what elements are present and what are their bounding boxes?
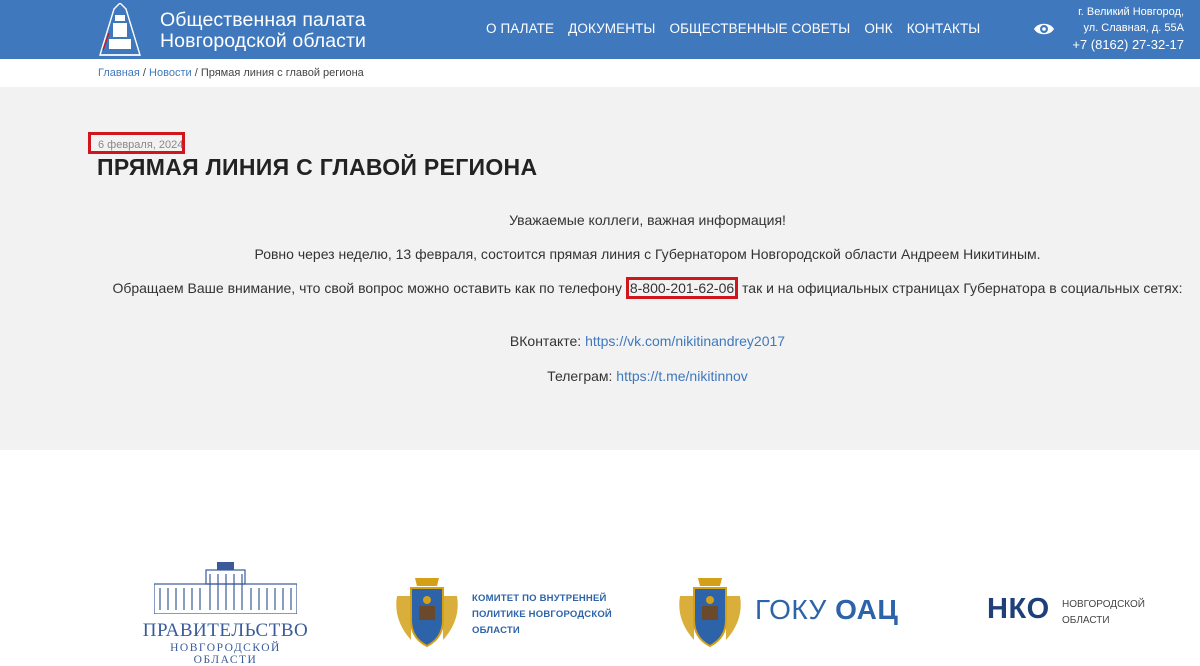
article-paragraph-greeting: Уважаемые коллеги, важная информация! <box>509 212 786 228</box>
goku-oac-name: ГОКУ ОАЦ <box>755 594 898 626</box>
committee-name: КОМИТЕТ ПО ВНУТРЕННЕЙ ПОЛИТИКЕ НОВГОРОДС… <box>472 591 612 639</box>
article-title: ПРЯМАЯ ЛИНИЯ С ГЛАВОЙ РЕГИОНА <box>97 154 538 180</box>
article-paragraph-phone: Обращаем Ваше внимание, что свой вопрос … <box>110 277 1185 299</box>
committee-line2: ПОЛИТИКЕ НОВГОРОДСКОЙ <box>472 609 612 620</box>
chamber-emblem-icon[interactable] <box>97 3 143 57</box>
address-line1: г. Великий Новгород, <box>1078 6 1184 18</box>
telegram-link[interactable]: https://t.me/nikitinnov <box>616 368 748 384</box>
article-paragraph-vk: ВКонтакте: https://vk.com/nikitinandrey2… <box>110 332 1185 350</box>
partner-government-logo[interactable]: ПРАВИТЕЛЬСТВО НОВГОРОДСКОЙ ОБЛАСТИ <box>138 562 313 666</box>
eye-icon[interactable] <box>1033 21 1055 37</box>
government-title: ПРАВИТЕЛЬСТВО <box>142 620 309 641</box>
partner-nko-logo[interactable]: НКО НОВГОРОДСКОЙ ОБЛАСТИ <box>987 593 1167 633</box>
article-paragraph-announcement: Ровно через неделю, 13 февраля, состоитс… <box>254 246 1041 262</box>
nko-region: НОВГОРОДСКОЙ ОБЛАСТИ <box>1062 597 1145 629</box>
hotline-phone: 8-800-201-62-06 <box>625 277 739 299</box>
nav-public-councils[interactable]: ОБЩЕСТВЕННЫЕ СОВЕТЫ <box>669 21 850 36</box>
org-name-line2: Новгородской области <box>160 30 367 52</box>
committee-line1: КОМИТЕТ ПО ВНУТРЕННЕЙ <box>472 593 607 604</box>
org-name[interactable]: Общественная палата Новгородской области <box>160 10 366 52</box>
committee-line3: ОБЛАСТИ <box>472 625 520 636</box>
novgorod-crest-icon <box>679 578 741 648</box>
org-name-line1: Общественная палата <box>160 9 366 31</box>
site-header: Общественная палата Новгородской области… <box>0 0 1200 59</box>
header-contact: г. Великий Новгород, ул. Славная, д. 55А… <box>1072 4 1184 54</box>
vk-link[interactable]: https://vk.com/nikitinandrey2017 <box>585 333 785 349</box>
nav-documents[interactable]: ДОКУМЕНТЫ <box>568 21 655 36</box>
nko-line1: НОВГОРОДСКОЙ <box>1062 599 1145 610</box>
breadcrumb-home[interactable]: Главная <box>98 67 140 79</box>
nko-mark: НКО <box>987 593 1050 625</box>
header-phone[interactable]: +7 (8162) 27-32-17 <box>1072 36 1184 54</box>
partner-goku-oac-logo[interactable]: ГОКУ ОАЦ <box>676 576 906 648</box>
breadcrumb-current: Прямая линия с главой региона <box>200 67 364 79</box>
phone-text-after: так и на официальных страницах Губернато… <box>738 280 1183 296</box>
goku-bold: ОАЦ <box>835 594 899 625</box>
article-paragraph-telegram: Телеграм: https://t.me/nikitinnov <box>110 367 1185 385</box>
novgorod-crest-icon <box>396 578 458 648</box>
main-nav: О ПАЛАТЕ ДОКУМЕНТЫ ОБЩЕСТВЕННЫЕ СОВЕТЫ О… <box>486 21 994 36</box>
article-date: 6 февраля, 2024 <box>98 139 184 151</box>
breadcrumb-separator: / <box>191 67 201 79</box>
government-subtitle: НОВГОРОДСКОЙ ОБЛАСТИ <box>170 642 281 666</box>
vk-label: ВКонтакте: <box>509 333 586 349</box>
breadcrumb-separator: / <box>139 67 150 79</box>
nav-onk[interactable]: ОНК <box>864 21 892 36</box>
nav-contacts[interactable]: КОНТАКТЫ <box>907 21 981 36</box>
telegram-label: Телеграм: <box>547 368 617 384</box>
breadcrumb: Главная / Новости / Прямая линия с главо… <box>98 67 364 79</box>
goku-light: ГОКУ <box>755 594 836 625</box>
phone-text-before: Обращаем Ваше внимание, что свой вопрос … <box>112 280 626 296</box>
nko-line2: ОБЛАСТИ <box>1062 615 1110 626</box>
address-line2: ул. Славная, д. 55А <box>1083 22 1184 34</box>
breadcrumb-news[interactable]: Новости <box>149 67 192 79</box>
partner-committee-logo[interactable]: КОМИТЕТ ПО ВНУТРЕННЕЙ ПОЛИТИКЕ НОВГОРОДС… <box>393 576 633 648</box>
nav-about[interactable]: О ПАЛАТЕ <box>486 21 554 36</box>
article-section: 6 февраля, 2024 ПРЯМАЯ ЛИНИЯ С ГЛАВОЙ РЕ… <box>0 87 1200 450</box>
government-building-icon <box>154 562 297 614</box>
